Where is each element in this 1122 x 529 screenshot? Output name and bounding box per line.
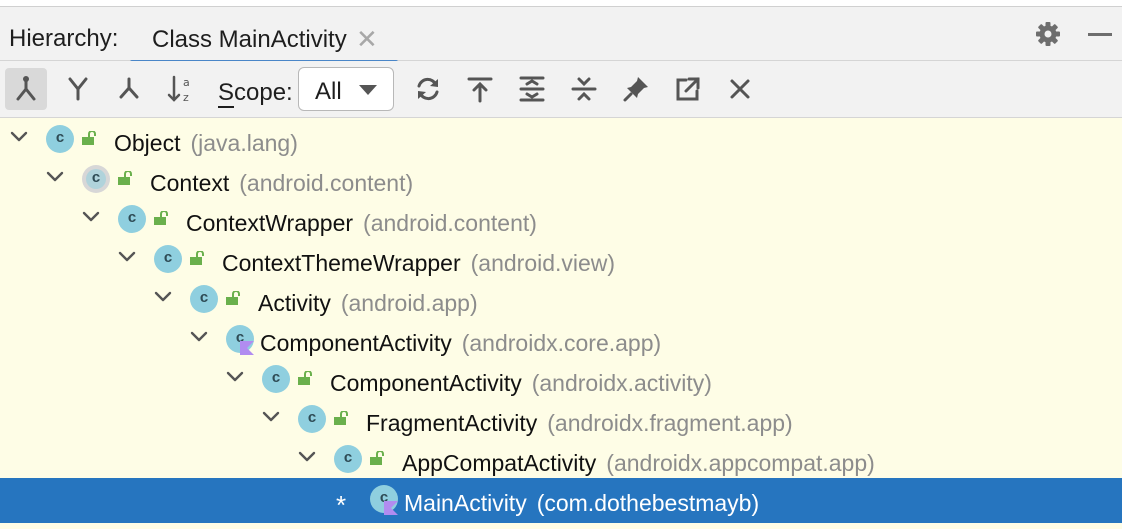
package-name: (java.lang) xyxy=(190,130,298,156)
scope-value: All xyxy=(315,78,342,105)
package-name: (com.dothebestmayb) xyxy=(536,490,760,516)
type-hierarchy-icon[interactable] xyxy=(5,68,47,110)
public-lock-icon xyxy=(82,131,96,145)
gear-icon[interactable] xyxy=(1034,20,1062,48)
chevron-down-icon[interactable] xyxy=(298,448,316,466)
hierarchy-tree[interactable]: c Object (java.lang) c Context (android.conte… xyxy=(0,118,1122,529)
package-name: (androidx.core.app) xyxy=(461,330,662,356)
kotlin-badge-icon xyxy=(384,501,398,515)
class-icon: c xyxy=(118,205,146,233)
class-name: ContextWrapper xyxy=(186,210,354,236)
public-lock-icon xyxy=(334,411,348,425)
tree-row[interactable]: c ComponentActivity (androidx.core.app) xyxy=(0,323,1122,363)
kotlin-badge-icon xyxy=(240,341,254,355)
class-icon: c xyxy=(46,125,74,153)
hierarchy-header: Hierarchy: Class MainActivity ✕ xyxy=(0,7,1122,64)
class-name: FragmentActivity xyxy=(366,410,538,436)
class-icon: c xyxy=(262,365,290,393)
chevron-down-icon[interactable] xyxy=(262,408,280,426)
class-name: ContextThemeWrapper xyxy=(222,250,461,276)
tree-row[interactable]: c ContextThemeWrapper (android.view) xyxy=(0,243,1122,283)
svg-text:z: z xyxy=(183,91,189,104)
class-icon: c xyxy=(190,285,218,313)
class-name: Context xyxy=(150,170,230,196)
tree-row[interactable]: c ComponentActivity (androidx.activity) xyxy=(0,363,1122,403)
tree-row[interactable]: c Context (android.content) xyxy=(0,163,1122,203)
class-icon: c xyxy=(334,445,362,473)
hierarchy-toolbar: az Scope: All xyxy=(0,61,1122,118)
chevron-down-icon[interactable] xyxy=(190,328,208,346)
class-icon: c xyxy=(154,245,182,273)
supertypes-hierarchy-icon[interactable] xyxy=(57,68,99,110)
open-in-window-icon[interactable] xyxy=(667,68,709,110)
tab-class-mainactivity[interactable]: Class MainActivity ✕ xyxy=(130,14,398,64)
tab-close-icon[interactable]: ✕ xyxy=(356,24,378,55)
tree-row[interactable]: c FragmentActivity (androidx.fragment.app) xyxy=(0,403,1122,443)
class-name: Object xyxy=(114,130,181,156)
tree-row[interactable]: c Activity (android.app) xyxy=(0,283,1122,323)
package-name: (android.view) xyxy=(470,250,616,276)
tree-row[interactable]: * c MainActivity (com.dothebestmayb) xyxy=(0,478,1122,523)
minimize-icon[interactable] xyxy=(1088,33,1112,36)
class-name: Activity xyxy=(258,290,331,316)
close-icon[interactable] xyxy=(719,68,761,110)
public-lock-icon xyxy=(370,451,384,465)
class-icon: c xyxy=(298,405,326,433)
scope-dropdown[interactable]: All xyxy=(298,67,394,111)
expand-all-icon[interactable] xyxy=(511,68,553,110)
public-lock-icon xyxy=(298,371,312,385)
tree-row[interactable]: c Object (java.lang) xyxy=(0,123,1122,163)
public-lock-icon xyxy=(154,211,168,225)
class-name: ComponentActivity xyxy=(330,370,522,396)
class-name: MainActivity xyxy=(404,490,527,516)
chevron-down-icon[interactable] xyxy=(154,288,172,306)
scroll-to-source-icon[interactable] xyxy=(459,68,501,110)
abstract-class-icon: c xyxy=(82,165,110,193)
public-lock-icon xyxy=(226,291,240,305)
class-name: AppCompatActivity xyxy=(402,450,597,476)
package-name: (androidx.fragment.app) xyxy=(547,410,793,436)
package-name: (android.content) xyxy=(363,210,537,236)
package-name: (androidx.activity) xyxy=(531,370,712,396)
tree-row[interactable]: c ContextWrapper (android.content) xyxy=(0,203,1122,243)
chevron-down-icon xyxy=(359,85,377,95)
class-name: ComponentActivity xyxy=(260,330,452,356)
chevron-down-icon[interactable] xyxy=(82,208,100,226)
subtypes-hierarchy-icon[interactable] xyxy=(108,68,150,110)
tab-label: Class MainActivity xyxy=(152,26,347,53)
package-name: (android.content) xyxy=(239,170,414,196)
public-lock-icon xyxy=(190,251,204,265)
package-name: (android.app) xyxy=(340,290,478,316)
chevron-down-icon[interactable] xyxy=(118,248,136,266)
chevron-down-icon[interactable] xyxy=(10,128,28,146)
public-lock-icon xyxy=(118,171,132,185)
window-top-edge xyxy=(0,0,1122,7)
svg-text:a: a xyxy=(183,76,190,89)
current-class-marker: * xyxy=(336,490,347,520)
hierarchy-title: Hierarchy: xyxy=(9,25,119,52)
scope-label: Scope: xyxy=(218,79,293,108)
pin-icon[interactable] xyxy=(615,68,657,110)
package-name: (androidx.appcompat.app) xyxy=(606,450,875,476)
chevron-down-icon[interactable] xyxy=(226,368,244,386)
refresh-icon[interactable] xyxy=(407,68,449,110)
tree-row[interactable]: c AppCompatActivity (androidx.appcompat.ap… xyxy=(0,443,1122,483)
collapse-all-icon[interactable] xyxy=(563,68,605,110)
chevron-down-icon[interactable] xyxy=(46,168,64,186)
sort-alphabetically-icon[interactable]: az xyxy=(160,68,202,110)
